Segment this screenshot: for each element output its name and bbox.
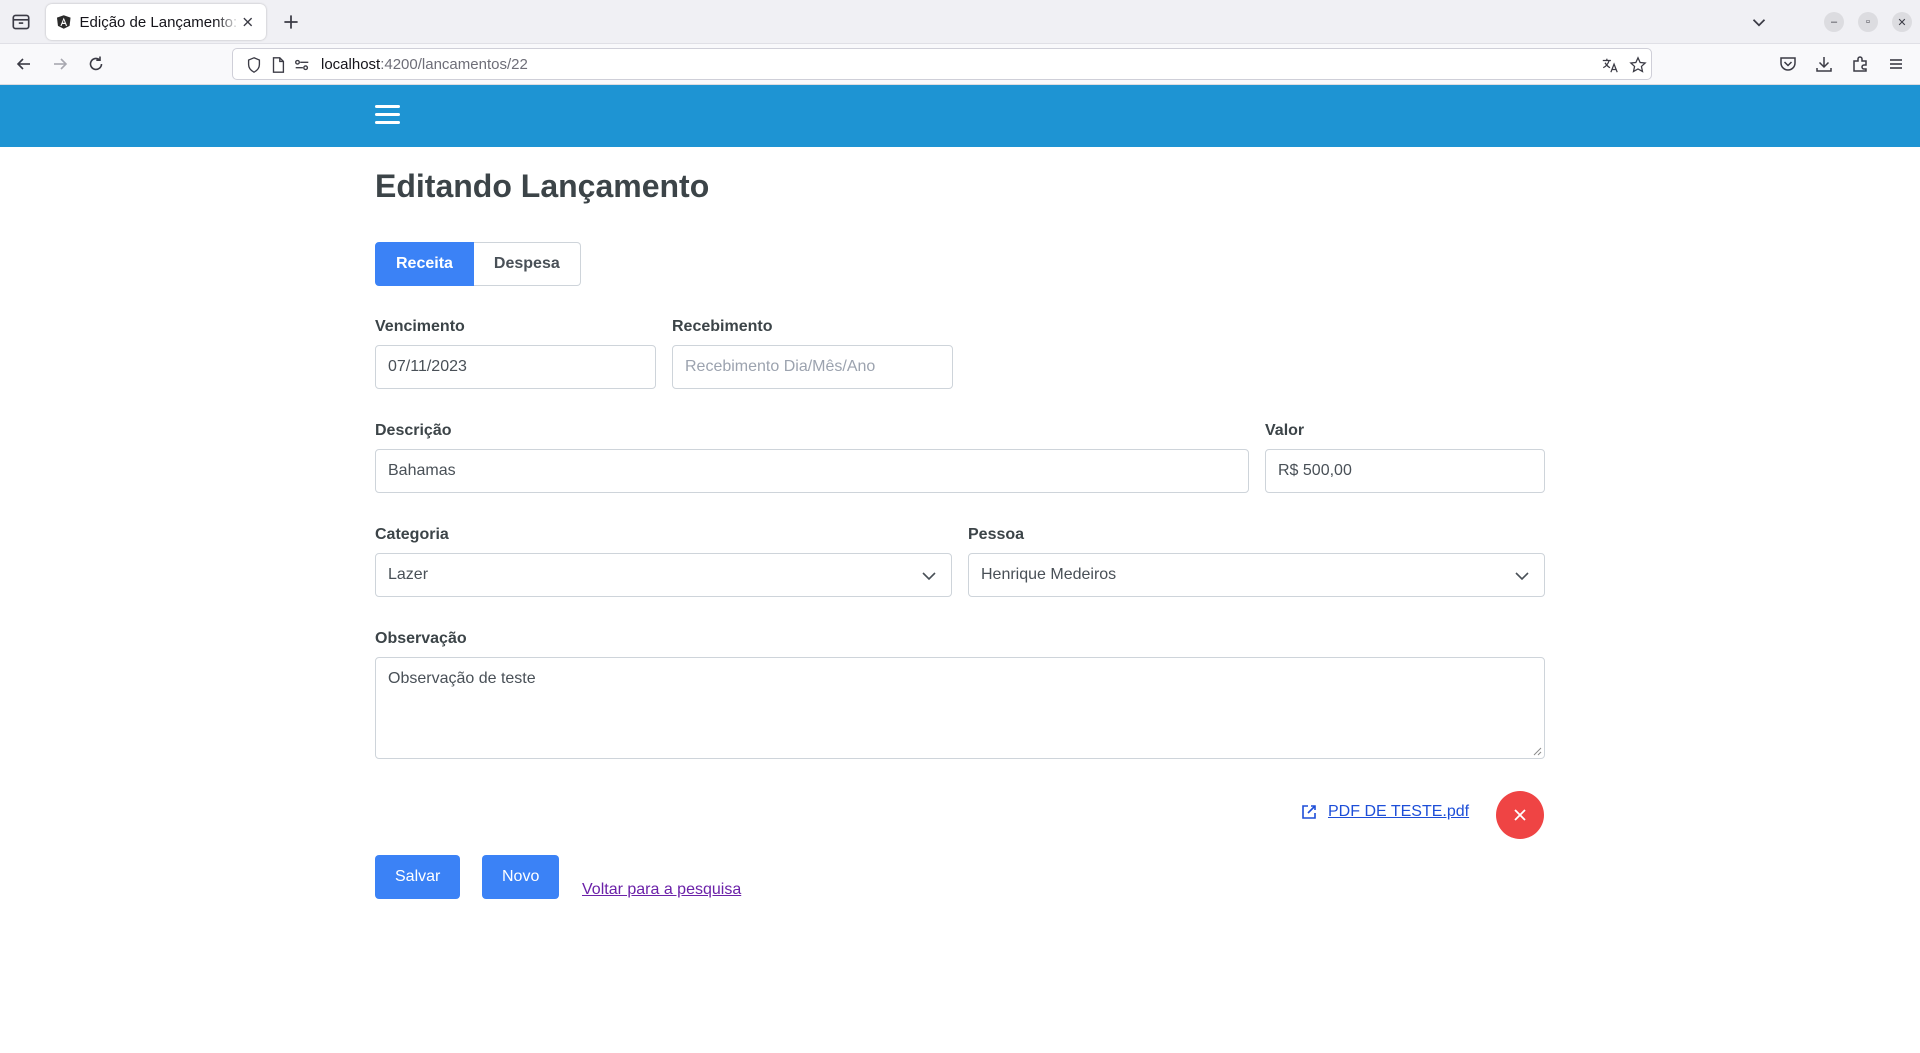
observacao-text: Observação de teste bbox=[388, 670, 536, 687]
attachment-link[interactable]: PDF DE TESTE.pdf bbox=[1300, 803, 1469, 821]
downloads-icon[interactable] bbox=[1814, 54, 1834, 74]
categoria-dropdown[interactable]: Lazer bbox=[375, 553, 952, 597]
pessoa-dropdown[interactable]: Henrique Medeiros bbox=[968, 553, 1545, 597]
address-bar[interactable]: localhost:4200/lancamentos/22 bbox=[232, 48, 1652, 80]
toggle-despesa-button[interactable]: Despesa bbox=[473, 242, 581, 286]
observacao-textarea[interactable]: Observação de teste bbox=[375, 657, 1545, 759]
categoria-selected-value: Lazer bbox=[388, 566, 429, 583]
restore-button[interactable]: ▫ bbox=[1858, 12, 1878, 32]
url-path: :4200/lancamentos/22 bbox=[380, 56, 528, 73]
shield-icon[interactable] bbox=[245, 56, 263, 74]
browser-tab-bar: Edição de Lançamento: B – ▫ ✕ bbox=[0, 0, 1920, 44]
pessoa-label: Pessoa bbox=[968, 526, 1025, 543]
tab-list-icon[interactable] bbox=[10, 11, 32, 33]
sidebar-menu-icon[interactable] bbox=[375, 105, 400, 127]
angular-favicon-icon bbox=[56, 15, 71, 29]
page-icon[interactable] bbox=[269, 56, 287, 74]
attachment-name: PDF DE TESTE.pdf bbox=[1328, 803, 1470, 820]
new-tab-icon[interactable] bbox=[280, 11, 302, 33]
back-arrow-icon[interactable] bbox=[14, 54, 34, 74]
valor-input[interactable]: R$ 500,00 bbox=[1265, 449, 1545, 493]
toggle-receita-button[interactable]: Receita bbox=[375, 242, 474, 286]
hamburger-menu-icon[interactable] bbox=[1886, 54, 1906, 74]
resize-handle-icon[interactable] bbox=[1532, 746, 1542, 756]
translate-icon[interactable] bbox=[1601, 56, 1619, 74]
external-link-icon bbox=[1302, 805, 1316, 819]
pocket-icon[interactable] bbox=[1778, 54, 1798, 74]
back-to-search-link[interactable]: Voltar para a pesquisa bbox=[582, 881, 741, 899]
page-title: Editando Lançamento bbox=[375, 168, 710, 204]
browser-nav-bar: localhost:4200/lancamentos/22 bbox=[0, 44, 1920, 85]
save-button[interactable]: Salvar bbox=[375, 855, 461, 899]
vencimento-input[interactable]: 07/11/2023 bbox=[375, 345, 656, 389]
forward-arrow-icon[interactable] bbox=[50, 54, 70, 74]
type-toggle: Receita Despesa bbox=[375, 242, 581, 286]
browser-tab[interactable]: Edição de Lançamento: B bbox=[46, 4, 266, 40]
permissions-icon[interactable] bbox=[293, 56, 311, 74]
descricao-input[interactable]: Bahamas bbox=[375, 449, 1249, 493]
close-window-button[interactable]: ✕ bbox=[1892, 12, 1912, 32]
pessoa-selected-value: Henrique Medeiros bbox=[981, 566, 1117, 583]
recebimento-input[interactable]: Recebimento Dia/Mês/Ano bbox=[672, 345, 953, 389]
bookmark-star-icon[interactable] bbox=[1629, 56, 1647, 74]
close-tab-icon[interactable] bbox=[240, 14, 256, 30]
descricao-label: Descrição bbox=[375, 422, 452, 439]
categoria-label: Categoria bbox=[375, 526, 449, 543]
observacao-label: Observação bbox=[375, 630, 467, 647]
valor-label: Valor bbox=[1265, 422, 1305, 439]
url-text[interactable]: localhost:4200/lancamentos/22 bbox=[321, 56, 528, 73]
chevron-down-icon bbox=[1515, 572, 1529, 581]
recebimento-placeholder: Recebimento Dia/Mês/Ano bbox=[685, 358, 876, 375]
reload-icon[interactable] bbox=[86, 54, 106, 74]
app-header bbox=[0, 85, 1920, 147]
close-icon bbox=[1514, 809, 1526, 821]
chevron-down-icon bbox=[922, 572, 936, 581]
extensions-icon[interactable] bbox=[1850, 54, 1870, 74]
minimize-button[interactable]: – bbox=[1824, 12, 1844, 32]
chevron-down-icon[interactable] bbox=[1748, 11, 1770, 33]
remove-attachment-button[interactable] bbox=[1496, 791, 1544, 839]
tab-title: Edição de Lançamento: B bbox=[79, 13, 241, 31]
recebimento-label: Recebimento bbox=[672, 318, 773, 335]
new-button[interactable]: Novo bbox=[482, 855, 560, 899]
url-host: localhost bbox=[321, 56, 381, 73]
vencimento-label: Vencimento bbox=[375, 318, 465, 335]
